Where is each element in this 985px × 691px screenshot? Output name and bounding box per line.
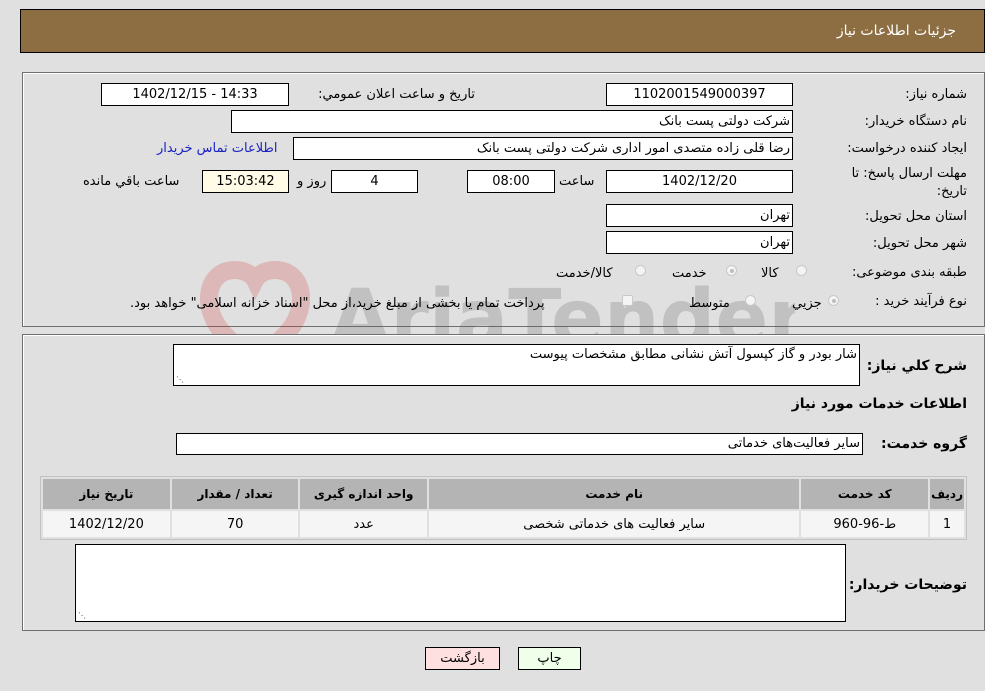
requester-field: رضا قلی زاده متصدی امور اداری شرکت دولتی…: [293, 137, 793, 160]
table-header-row: ردیف کد خدمت نام خدمت واحد اندازه گیری ت…: [43, 479, 964, 509]
col-header-need-date: تاریخ نیاز: [43, 479, 170, 509]
purchase-type-radio-medium[interactable]: [745, 295, 756, 306]
cell-quantity: 70: [171, 511, 299, 537]
buyer-notes-label: توضیحات خریدار:: [848, 577, 967, 593]
cell-need-date: 1402/12/20: [43, 511, 170, 537]
deadline-label: مهلت ارسال پاسخ: تا تاریخ:: [851, 166, 967, 199]
need-number-label: شماره نیاز:: [905, 87, 967, 102]
services-heading: اطلاعات خدمات مورد نیاز: [791, 396, 967, 412]
category-label: طبقه بندی موضوعی:: [851, 265, 967, 280]
buyer-notes-textarea[interactable]: ⋰: [75, 544, 846, 622]
announce-datetime-label: تاریخ و ساعت اعلان عمومي:: [318, 87, 475, 102]
category-radio-goods[interactable]: [796, 265, 807, 276]
treasury-note: پرداخت تمام یا بخشی از مبلغ خرید،از محل …: [130, 296, 545, 311]
col-header-service-name: نام خدمت: [428, 479, 800, 509]
deadline-date-field: 1402/12/20: [606, 170, 793, 193]
col-header-row-number: ردیف: [930, 479, 964, 509]
delivery-city-field: تهران: [606, 231, 793, 254]
announce-datetime-field: 1402/12/15 - 14:33: [101, 83, 289, 106]
page-header: جزئیات اطلاعات نیاز: [20, 9, 985, 53]
description-value: شار بودر و گاز کپسول آتش نشانی مطابق مشخ…: [529, 347, 857, 362]
table-row: 1 ط-96-960 سایر فعالیت های خدماتی شخصی ع…: [43, 511, 964, 537]
service-group-label: گروه خدمت:: [881, 436, 967, 452]
description-textarea[interactable]: شار بودر و گاز کپسول آتش نشانی مطابق مشخ…: [173, 344, 860, 386]
announce-datetime-value: 1402/12/15 - 14:33: [132, 87, 258, 102]
remaining-days-label: روز و: [297, 174, 327, 189]
print-button[interactable]: چاپ: [518, 647, 581, 670]
category-radio-goods-service[interactable]: [635, 265, 646, 276]
category-option-service: خدمت: [672, 266, 707, 281]
remaining-days-field: 4: [331, 170, 418, 193]
purchase-type-radio-minor[interactable]: [828, 295, 839, 306]
category-option-goods: کالا: [761, 266, 779, 281]
requester-label: ایجاد کننده درخواست:: [847, 141, 967, 156]
resize-grip-icon[interactable]: ⋰: [78, 612, 86, 620]
buyer-org-field: شركت دولتی پست بانک: [231, 110, 793, 133]
description-label: شرح کلي نياز:: [866, 358, 967, 374]
purchase-type-label: نوع فرآیند خرید :: [875, 294, 967, 309]
remaining-time-field: 15:03:42: [202, 170, 289, 193]
cell-row-number: 1: [930, 511, 964, 537]
treasury-checkbox[interactable]: [622, 295, 633, 306]
category-option-goods-service: کالا/خدمت: [556, 266, 613, 281]
col-header-service-code: کد خدمت: [801, 479, 929, 509]
col-header-unit: واحد اندازه گیری: [300, 479, 427, 509]
need-number-field: 1102001549000397: [606, 83, 793, 106]
resize-grip-icon[interactable]: ⋰: [176, 376, 184, 384]
services-table: ردیف کد خدمت نام خدمت واحد اندازه گیری ت…: [40, 476, 967, 540]
deadline-time-label: ساعت: [559, 174, 595, 189]
deadline-time-field: 08:00: [467, 170, 555, 193]
back-button[interactable]: بازگشت: [425, 647, 500, 670]
buyer-org-label: نام دستگاه خريدار:: [864, 114, 967, 129]
page-title: جزئیات اطلاعات نیاز: [836, 23, 956, 39]
purchase-type-option-minor: جزيي: [792, 296, 822, 311]
purchase-type-option-medium: متوسط: [689, 296, 730, 311]
cell-unit: عدد: [300, 511, 427, 537]
delivery-city-label: شهر محل تحويل:: [872, 236, 967, 251]
buyer-contact-link[interactable]: اطلاعات تماس خريدار: [157, 141, 277, 156]
category-radio-service[interactable]: [726, 265, 737, 276]
delivery-province-field: تهران: [606, 204, 793, 227]
col-header-quantity: تعداد / مقدار: [171, 479, 299, 509]
remaining-time-label: ساعت باقي مانده: [83, 174, 180, 189]
cell-service-code: ط-96-960: [801, 511, 929, 537]
delivery-province-label: استان محل تحويل:: [865, 209, 967, 224]
service-group-field: سایر فعالیت‌های خدماتی: [176, 433, 863, 455]
cell-service-name: سایر فعالیت های خدماتی شخصی: [428, 511, 800, 537]
